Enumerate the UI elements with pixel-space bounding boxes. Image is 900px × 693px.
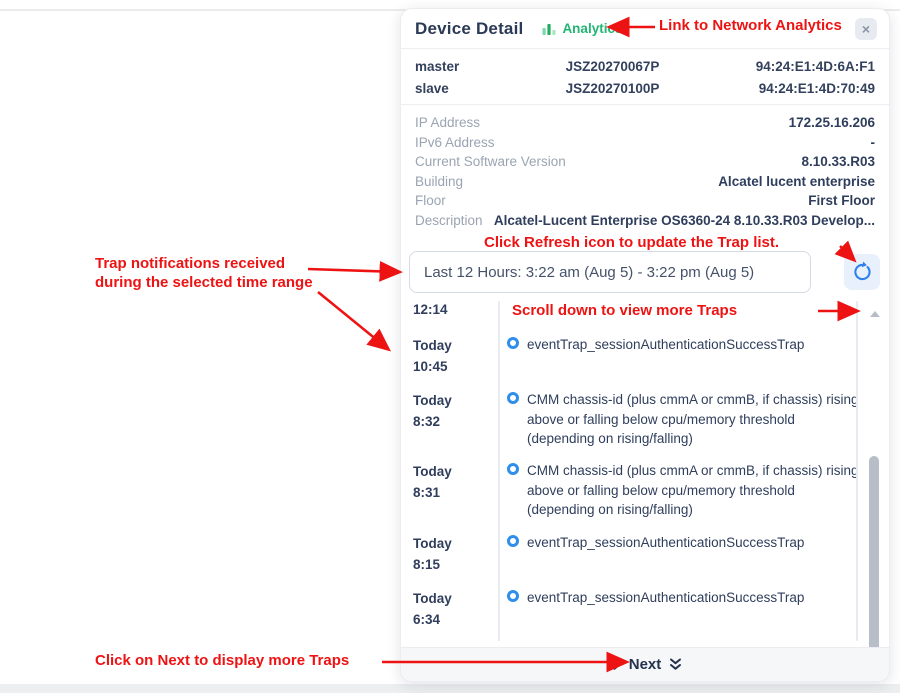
field-description: Description Alcatel-Lucent Enterprise OS… [415, 211, 875, 231]
annotation-scroll: Scroll down to view more Traps [512, 302, 737, 319]
stack-serial: JSZ20270100P [525, 78, 700, 100]
page-title: Device Detail [415, 19, 523, 39]
field-value: 8.10.33.R03 [801, 152, 875, 172]
trap-timestamp: Today8:32 [409, 390, 498, 449]
double-chevron-down-icon [607, 657, 622, 672]
time-range-selector[interactable]: Last 12 Hours: 3:22 am (Aug 5) - 3:22 pm… [409, 251, 811, 293]
inner-scrollbar-track[interactable] [856, 301, 858, 641]
time-range-row: Last 12 Hours: 3:22 am (Aug 5) - 3:22 pm… [409, 251, 880, 293]
field-label: Floor [415, 191, 446, 211]
field-building: Building Alcatel lucent enterprise [415, 172, 875, 192]
field-label: IPv6 Address [415, 133, 495, 153]
annotation-analytics: Link to Network Analytics [659, 17, 842, 34]
trap-timestamp: Today10:45 [409, 335, 498, 377]
analytics-link[interactable]: Analytics [541, 21, 622, 37]
trap-message: CMM chassis-id (plus cmmA or cmmB, if ch… [527, 461, 863, 520]
annotation-next: Click on Next to display more Traps [95, 652, 349, 669]
list-item[interactable]: Today8:32 CMM chassis-id (plus cmmA or c… [409, 390, 867, 449]
annotation-refresh: Click Refresh icon to update the Trap li… [484, 234, 779, 251]
trap-bullet-icon [507, 590, 519, 602]
stack-table: master JSZ20270067P 94:24:E1:4D:6A:F1 sl… [401, 50, 889, 103]
arrow-to-trap-list [318, 292, 388, 349]
field-label: IP Address [415, 113, 480, 133]
page-bottom-strip [0, 684, 900, 693]
bar-chart-icon [541, 21, 557, 37]
analytics-link-label: Analytics [562, 21, 622, 36]
field-software-version: Current Software Version 8.10.33.R03 [415, 152, 875, 172]
trap-timestamp: 12:14 [409, 299, 498, 320]
trap-message: CMM chassis-id (plus cmmA or cmmB, if ch… [527, 390, 863, 449]
table-row: master JSZ20270067P 94:24:E1:4D:6A:F1 [415, 56, 875, 78]
stack-mac: 94:24:E1:4D:70:49 [700, 78, 875, 100]
stack-serial: JSZ20270067P [525, 56, 700, 78]
trap-message: eventTrap_sessionAuthenticationSuccessTr… [527, 533, 804, 575]
field-value: First Floor [808, 191, 875, 211]
device-fields: IP Address 172.25.16.206 IPv6 Address - … [401, 104, 889, 234]
field-label: Building [415, 172, 463, 192]
field-value: Alcatel lucent enterprise [718, 172, 875, 192]
close-button[interactable]: × [855, 18, 877, 40]
field-ipv6-address: IPv6 Address - [415, 133, 875, 153]
next-button-label: Next [629, 656, 662, 673]
table-row: slave JSZ20270100P 94:24:E1:4D:70:49 [415, 78, 875, 100]
stack-role: master [415, 56, 525, 78]
scroll-up-icon[interactable] [870, 311, 880, 317]
refresh-icon [851, 261, 873, 283]
list-item[interactable]: Today10:45 eventTrap_sessionAuthenticati… [409, 335, 867, 377]
trap-bullet-icon [507, 392, 519, 404]
device-detail-panel: Device Detail Analytics × master JSZ2027… [400, 8, 890, 682]
trap-timestamp: Today6:34 [409, 588, 498, 630]
panel-footer: Next [401, 647, 889, 681]
trap-timestamp: Today8:15 [409, 533, 498, 575]
field-label: Description [415, 211, 483, 231]
trap-bullet-icon [507, 337, 519, 349]
list-item[interactable]: Today8:31 CMM chassis-id (plus cmmA or c… [409, 461, 867, 520]
time-range-value: Last 12 Hours: 3:22 am (Aug 5) - 3:22 pm… [424, 264, 754, 281]
trap-message: eventTrap_sessionAuthenticationSuccessTr… [527, 588, 804, 630]
scrollbar[interactable] [867, 303, 881, 677]
trap-bullet-icon [507, 463, 519, 475]
field-floor: Floor First Floor [415, 191, 875, 211]
trap-bullet-icon [507, 535, 519, 547]
field-value: 172.25.16.206 [789, 113, 875, 133]
trap-timestamp: Today8:31 [409, 461, 498, 520]
field-label: Current Software Version [415, 152, 566, 172]
field-value: Alcatel-Lucent Enterprise OS6360-24 8.10… [494, 211, 875, 231]
field-ip-address: IP Address 172.25.16.206 [415, 113, 875, 133]
double-chevron-down-icon [668, 657, 683, 672]
refresh-button[interactable] [844, 254, 880, 290]
trap-message: eventTrap_sessionAuthenticationSuccessTr… [527, 335, 804, 377]
close-icon: × [862, 21, 870, 37]
list-item[interactable]: Today6:34 eventTrap_sessionAuthenticatio… [409, 588, 867, 630]
stack-mac: 94:24:E1:4D:6A:F1 [700, 56, 875, 78]
arrow-to-time-range [308, 269, 399, 272]
next-button[interactable]: Next [607, 656, 684, 673]
scrollbar-thumb[interactable] [869, 456, 879, 653]
trap-list: 12:14 Today10:45 eventTrap_sessionAuthen… [409, 299, 867, 649]
field-value: - [871, 133, 876, 153]
list-item[interactable]: Today8:15 eventTrap_sessionAuthenticatio… [409, 533, 867, 575]
annotation-trap-notifications: Trap notifications received during the s… [95, 254, 313, 292]
stack-role: slave [415, 78, 525, 100]
